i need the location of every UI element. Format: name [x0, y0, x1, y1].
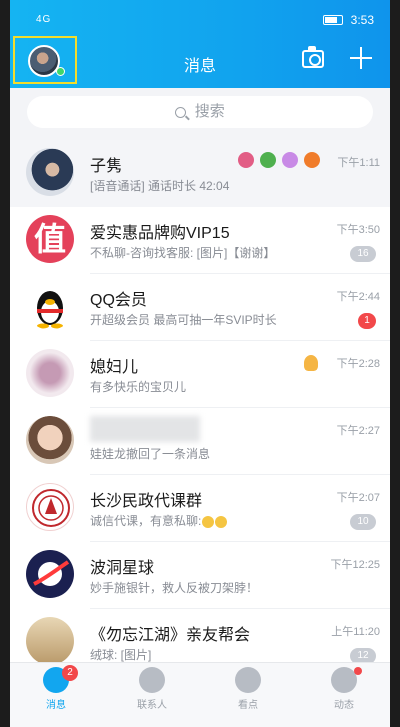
- blurred-name: [90, 416, 200, 442]
- conversation-row[interactable]: 波洞星球 妙手施银针，救人反被刀架脖！ 下午12:25: [10, 542, 390, 609]
- emoji-icon: [202, 515, 215, 528]
- conversation-time: 下午3:50: [336, 224, 380, 236]
- conversation-preview: 绒球: [图片]: [90, 648, 152, 662]
- planet-icon: [33, 560, 70, 586]
- flower-icon: [238, 152, 254, 168]
- conversation-time: 下午12:25: [330, 559, 380, 571]
- conversation-time: 下午1:11: [337, 157, 380, 169]
- conversation-preview: 妙手施银针，救人反被刀架脖！: [90, 581, 259, 595]
- avatar: [26, 349, 74, 397]
- penguin-icon: [37, 291, 63, 329]
- conversation-time: 下午2:28: [336, 358, 380, 370]
- avatar: [26, 148, 74, 196]
- tab-contacts[interactable]: 联系人: [122, 667, 182, 711]
- conversation-preview: 开超级会员 最高可抽一年SVIP时长: [90, 313, 277, 327]
- contacts-icon: [139, 667, 165, 693]
- tab-label: 动态: [334, 700, 354, 711]
- signal-indicator: 4G: [36, 14, 52, 25]
- conversation-row[interactable]: 娃娃龙撤回了一条消息 下午2:27: [10, 408, 390, 475]
- conversation-row[interactable]: QQ会员 开超级会员 最高可抽一年SVIP时长 下午2:44 1: [10, 274, 390, 341]
- conversation-name: 媳妇儿: [90, 359, 139, 376]
- conversation-preview: 娃娃龙撤回了一条消息: [90, 447, 211, 461]
- page-title: 消息: [183, 58, 216, 75]
- conversation-row[interactable]: 媳妇儿 有多快乐的宝贝儿 下午2:28: [10, 341, 390, 408]
- conversation-name: 长沙民政代课群: [90, 493, 203, 510]
- tab-label: 看点: [238, 700, 258, 711]
- camera-icon[interactable]: [302, 46, 324, 68]
- notification-dot: [354, 667, 362, 675]
- fire-icon: [304, 152, 320, 168]
- conversation-time: 下午2:44: [336, 291, 380, 303]
- tab-feed[interactable]: 动态: [314, 667, 374, 711]
- eye-icon: [235, 667, 261, 693]
- status-icons: [238, 152, 320, 168]
- conversation-name: QQ会员: [90, 292, 147, 309]
- tab-badge: 2: [62, 665, 78, 681]
- conversation-time: 下午2:07: [336, 492, 380, 504]
- phone-screen: 4G 3:53 消息 搜索 子隽 [语音通话] 通话时长 42:04 下午1:1…: [0, 0, 400, 727]
- conversation-preview: [语音通话] 通话时长 42:04: [90, 179, 230, 193]
- left-border: [0, 0, 10, 727]
- avatar: [26, 617, 74, 665]
- status-bar: 4G 3:53: [10, 0, 390, 34]
- avatar: [26, 416, 74, 464]
- status-icons: 3:53: [322, 13, 374, 27]
- unread-badge: 16: [350, 246, 376, 262]
- search-input[interactable]: 搜索: [27, 96, 373, 128]
- search-area: 搜索: [10, 88, 390, 140]
- search-icon: [175, 106, 187, 118]
- tab-label: 消息: [46, 700, 66, 711]
- bottom-tab-bar: 2 消息 联系人 看点 动态: [10, 662, 390, 727]
- unread-badge: 1: [358, 313, 376, 329]
- avatar: 值: [26, 215, 74, 263]
- preview-text: 诚信代课，有意私聊:: [90, 514, 202, 528]
- battery-icon: [322, 15, 343, 25]
- conversation-preview: 有多快乐的宝贝儿: [90, 380, 187, 394]
- unread-badge: 10: [350, 514, 376, 530]
- right-border: [390, 0, 400, 727]
- ice-cream-icon: [304, 355, 318, 371]
- tab-watch[interactable]: 看点: [218, 667, 278, 711]
- conversation-name: 爱实惠品牌购VIP15: [90, 225, 230, 242]
- avatar: [26, 282, 74, 330]
- conversation-row[interactable]: 子隽 [语音通话] 通话时长 42:04 下午1:11: [10, 140, 390, 207]
- app-header: 4G 3:53 消息: [10, 0, 390, 88]
- clock-time: 3:53: [350, 13, 374, 27]
- conversation-time: 上午11:20: [331, 626, 380, 638]
- conversation-list: 子隽 [语音通话] 通话时长 42:04 下午1:11 值 爱实惠品牌购VIP1…: [10, 140, 390, 676]
- emoji-icon: [215, 515, 228, 528]
- emblem-icon: [32, 489, 70, 527]
- search-placeholder: 搜索: [194, 103, 225, 120]
- conversation-preview: 不私聊-咨询找客服: [图片]【谢谢】: [90, 246, 276, 260]
- boat-icon: [282, 152, 298, 168]
- conversation-row[interactable]: 值 爱实惠品牌购VIP15 不私聊-咨询找客服: [图片]【谢谢】 下午3:50…: [10, 207, 390, 274]
- conversation-name: 子隽: [90, 158, 123, 175]
- avatar: [26, 483, 74, 531]
- clover-icon: [260, 152, 276, 168]
- conversation-preview: 诚信代课，有意私聊:: [90, 512, 330, 529]
- conversation-time: 下午2:27: [336, 425, 380, 437]
- conversation-name: 波洞星球: [90, 560, 155, 577]
- conversation-name: 《勿忘江湖》亲友帮会: [90, 627, 251, 644]
- conversation-row[interactable]: 长沙民政代课群 诚信代课，有意私聊: 下午2:07 10: [10, 475, 390, 542]
- tab-label: 联系人: [137, 700, 167, 711]
- avatar: [26, 550, 74, 598]
- plus-icon[interactable]: [350, 47, 372, 69]
- tab-messages[interactable]: 2 消息: [26, 665, 86, 711]
